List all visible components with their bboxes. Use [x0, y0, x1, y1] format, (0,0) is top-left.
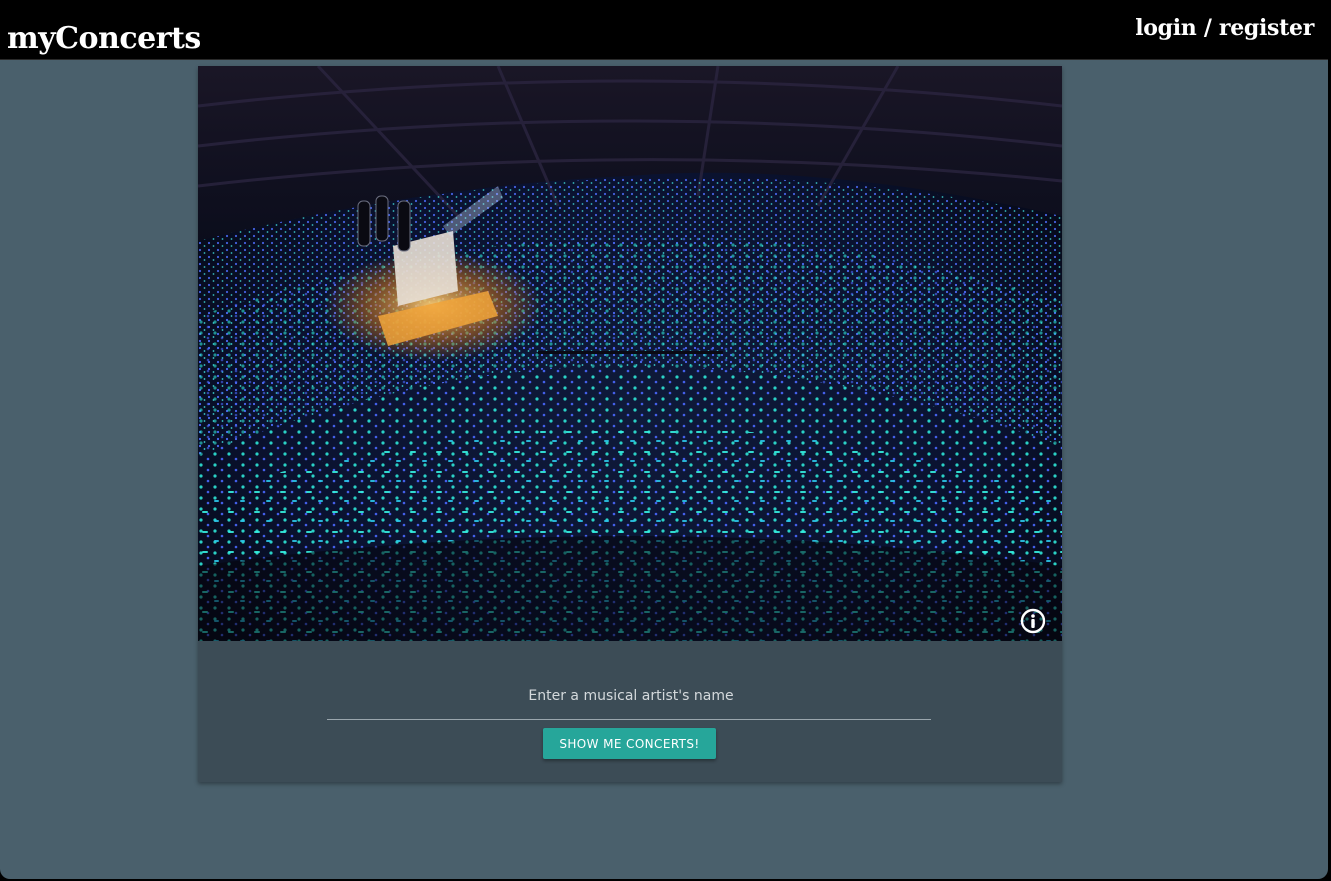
app-window: myConcerts login / register Enter a musi…	[0, 0, 1328, 879]
hero-image	[198, 66, 1062, 641]
artist-input-wrapper	[327, 671, 935, 720]
search-form: Show me concerts!	[198, 641, 1062, 782]
info-icon[interactable]	[1020, 608, 1046, 634]
search-card: Show me concerts!	[198, 66, 1062, 782]
brand-logo[interactable]: myConcerts	[7, 19, 201, 59]
show-concerts-button[interactable]: Show me concerts!	[543, 728, 716, 759]
navbar: myConcerts login / register	[0, 0, 1328, 60]
login-register-link[interactable]: login / register	[1135, 12, 1314, 44]
artist-name-input[interactable]	[327, 681, 935, 711]
concert-arena-illustration	[198, 66, 1062, 641]
